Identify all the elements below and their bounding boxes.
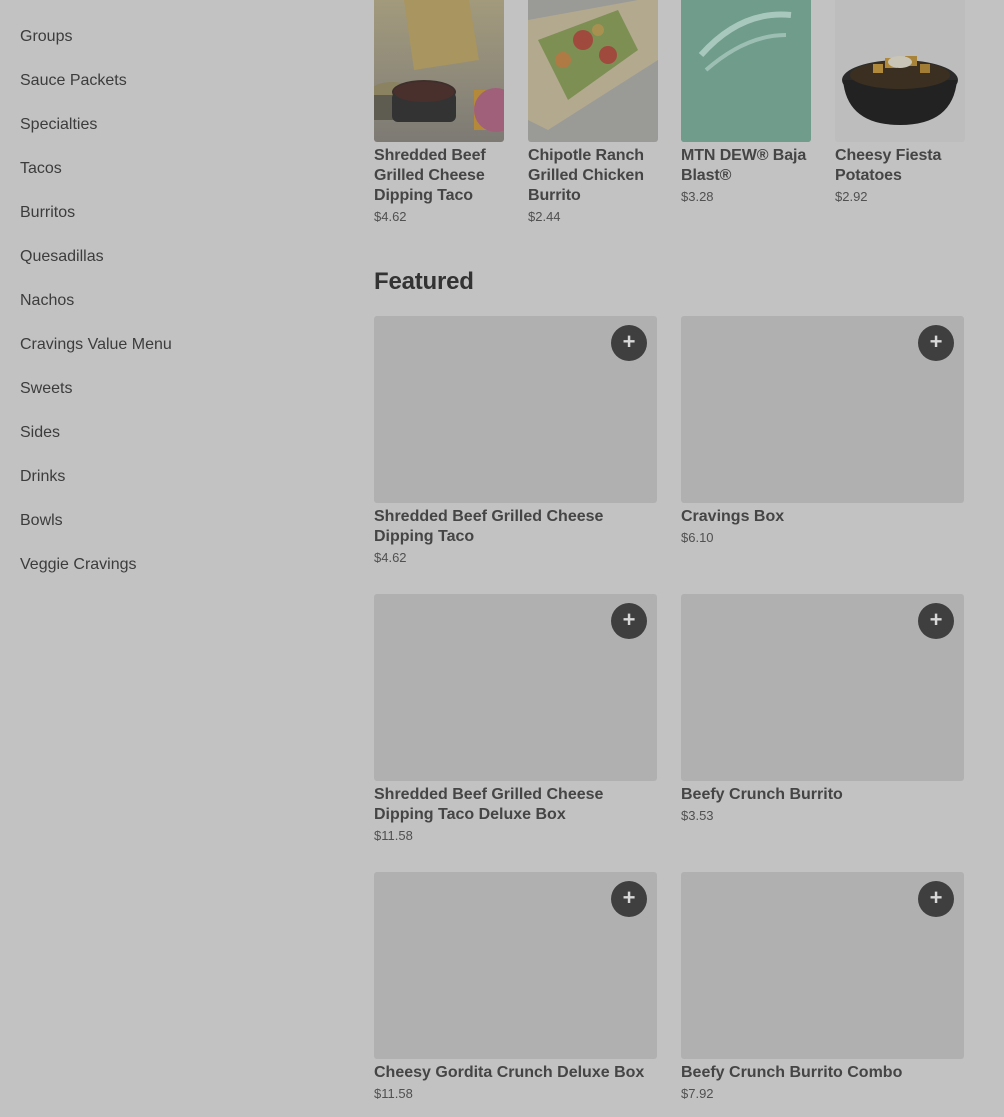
product-price: $3.53 xyxy=(681,808,714,823)
sidebar-item-quesadillas[interactable]: Quesadillas xyxy=(20,247,320,291)
featured-card[interactable]: + Beefy Crunch Burrito Combo $7.92 xyxy=(681,872,964,1103)
featured-card[interactable]: + Cheesy Gordita Crunch Deluxe Box $11.5… xyxy=(374,872,657,1103)
product-name: Shredded Beef Grilled Cheese Dipping Tac… xyxy=(374,147,486,204)
add-to-cart-button[interactable]: + xyxy=(918,325,954,361)
product-image-placeholder: + xyxy=(681,594,964,781)
product-name: Shredded Beef Grilled Cheese Dipping Tac… xyxy=(374,786,604,823)
product-price: $11.58 xyxy=(374,828,413,843)
product-name: Beefy Crunch Burrito Combo xyxy=(681,1064,903,1081)
product-price: $2.44 xyxy=(528,209,561,224)
product-name: Cravings Box xyxy=(681,508,785,525)
product-price: $4.62 xyxy=(374,209,407,224)
sidebar-item-drinks[interactable]: Drinks xyxy=(20,467,320,511)
featured-card[interactable]: + Shredded Beef Grilled Cheese Dipping T… xyxy=(374,594,657,845)
product-price: $7.92 xyxy=(681,1086,714,1101)
add-to-cart-button[interactable]: + xyxy=(611,603,647,639)
product-image-placeholder: + xyxy=(681,316,964,503)
product-card[interactable]: MTN DEW® Baja Blast® $3.28 xyxy=(681,0,811,206)
sidebar-item-specialties[interactable]: Specialties xyxy=(20,115,320,159)
product-image xyxy=(528,0,658,142)
add-to-cart-button[interactable]: + xyxy=(611,881,647,917)
product-image-placeholder: + xyxy=(681,872,964,1059)
sidebar-item-sweets[interactable]: Sweets xyxy=(20,379,320,423)
product-name: Cheesy Gordita Crunch Deluxe Box xyxy=(374,1064,645,1081)
product-price: $4.62 xyxy=(374,550,407,565)
product-image-placeholder: + xyxy=(374,594,657,781)
add-to-cart-button[interactable]: + xyxy=(918,881,954,917)
sidebar-item-tacos[interactable]: Tacos xyxy=(20,159,320,203)
product-price: $2.92 xyxy=(835,189,868,204)
sidebar-item-groups[interactable]: Groups xyxy=(20,27,320,71)
product-image-placeholder: + xyxy=(374,872,657,1059)
sidebar-item-cravings-value-menu[interactable]: Cravings Value Menu xyxy=(20,335,320,379)
product-image-placeholder: + xyxy=(374,316,657,503)
sidebar-item-veggie-cravings[interactable]: Veggie Cravings xyxy=(20,555,320,599)
sidebar-item-burritos[interactable]: Burritos xyxy=(20,203,320,247)
product-name: Cheesy Fiesta Potatoes xyxy=(835,147,942,184)
featured-card[interactable]: + Beefy Crunch Burrito $3.53 xyxy=(681,594,964,825)
sidebar-item-nachos[interactable]: Nachos xyxy=(20,291,320,335)
featured-heading: Featured xyxy=(374,268,474,295)
product-image xyxy=(374,0,504,142)
product-name: Beefy Crunch Burrito xyxy=(681,786,843,803)
product-name: Shredded Beef Grilled Cheese Dipping Tac… xyxy=(374,508,604,545)
product-price: $11.58 xyxy=(374,1086,413,1101)
featured-card[interactable]: + Shredded Beef Grilled Cheese Dipping T… xyxy=(374,316,657,567)
product-price: $3.28 xyxy=(681,189,714,204)
product-name: Chipotle Ranch Grilled Chicken Burrito xyxy=(528,147,644,204)
product-image xyxy=(835,0,965,142)
sidebar-item-sauce-packets[interactable]: Sauce Packets xyxy=(20,71,320,115)
product-card[interactable]: Shredded Beef Grilled Cheese Dipping Tac… xyxy=(374,0,504,226)
featured-card[interactable]: + Cravings Box $6.10 xyxy=(681,316,964,547)
product-price: $6.10 xyxy=(681,530,714,545)
product-name: MTN DEW® Baja Blast® xyxy=(681,147,807,184)
sidebar-item-bowls[interactable]: Bowls xyxy=(20,511,320,555)
category-sidebar: Groups Sauce Packets Specialties Tacos B… xyxy=(20,27,320,599)
sidebar-item-sides[interactable]: Sides xyxy=(20,423,320,467)
product-card[interactable]: Cheesy Fiesta Potatoes $2.92 xyxy=(835,0,965,206)
product-card[interactable]: Chipotle Ranch Grilled Chicken Burrito $… xyxy=(528,0,658,226)
product-image xyxy=(681,0,811,142)
add-to-cart-button[interactable]: + xyxy=(611,325,647,361)
add-to-cart-button[interactable]: + xyxy=(918,603,954,639)
